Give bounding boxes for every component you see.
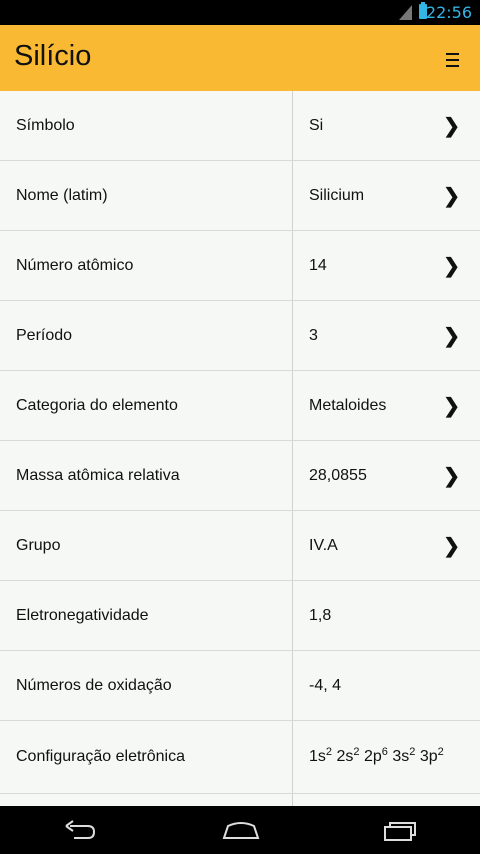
row-label: Grupo bbox=[16, 536, 61, 554]
row-value: 3 bbox=[309, 326, 318, 344]
row-label: Categoria do elemento bbox=[16, 396, 178, 414]
navigation-bar bbox=[0, 806, 480, 854]
row-label: Números de oxidação bbox=[16, 676, 172, 694]
column-divider bbox=[292, 581, 293, 650]
row-label: Massa atômica relativa bbox=[16, 466, 180, 484]
table-row: Números de oxidação -4, 4 bbox=[0, 651, 480, 721]
chevron-right-icon[interactable]: ❯ bbox=[443, 183, 460, 208]
chevron-right-icon[interactable]: ❯ bbox=[443, 113, 460, 138]
table-row: Eletronegatividade 1,8 bbox=[0, 581, 480, 651]
row-value: -4, 4 bbox=[309, 676, 342, 694]
table-row[interactable]: Massa atômica relativa 28,0855 ❯ bbox=[0, 441, 480, 511]
column-divider bbox=[292, 301, 293, 370]
table-row-electron-configuration: Configuração eletrônica 1s2 2s2 2p6 3s2 … bbox=[0, 721, 480, 794]
row-label: Configuração eletrônica bbox=[16, 748, 185, 765]
table-row-partial bbox=[0, 794, 480, 806]
table-row[interactable]: Grupo IV.A ❯ bbox=[0, 511, 480, 581]
row-label: Eletronegatividade bbox=[16, 606, 149, 624]
chevron-right-icon[interactable]: ❯ bbox=[443, 533, 460, 558]
table-row[interactable]: Categoria do elemento Metaloides ❯ bbox=[0, 371, 480, 441]
element-properties-table: Símbolo Si ❯ Nome (latim) Silicium ❯ Número at… bbox=[0, 91, 480, 806]
row-value: Silicium bbox=[309, 186, 365, 204]
column-divider bbox=[292, 371, 293, 440]
status-bar: 22:56 bbox=[0, 0, 480, 25]
chevron-right-icon[interactable]: ❯ bbox=[443, 393, 460, 418]
table-row[interactable]: Nome (latim) Silicium ❯ bbox=[0, 161, 480, 231]
row-label: Nome (latim) bbox=[16, 186, 108, 204]
column-divider bbox=[292, 721, 293, 793]
column-divider bbox=[292, 91, 293, 160]
table-row[interactable]: Período 3 ❯ bbox=[0, 301, 480, 371]
chevron-right-icon[interactable]: ❯ bbox=[443, 323, 460, 348]
app-bar: Silício bbox=[0, 25, 480, 91]
signal-icon bbox=[399, 5, 412, 20]
row-value: IV.A bbox=[309, 536, 338, 554]
column-divider bbox=[292, 651, 293, 720]
table-row[interactable]: Símbolo Si ❯ bbox=[0, 91, 480, 161]
status-time: 22:56 bbox=[425, 3, 472, 22]
row-label: Número atômico bbox=[16, 256, 134, 274]
chevron-right-icon[interactable]: ❯ bbox=[443, 463, 460, 488]
recent-apps-icon[interactable] bbox=[384, 819, 418, 841]
overflow-menu-icon[interactable] bbox=[446, 53, 459, 67]
column-divider bbox=[292, 794, 293, 806]
row-label: Símbolo bbox=[16, 116, 75, 134]
column-divider bbox=[292, 231, 293, 300]
home-icon[interactable] bbox=[222, 820, 260, 840]
electron-configuration-value: 1s2 2s2 2p6 3s2 3p2 bbox=[309, 746, 444, 765]
row-label: Período bbox=[16, 326, 73, 344]
row-value: 1,8 bbox=[309, 606, 332, 624]
row-value: 28,0855 bbox=[309, 466, 367, 484]
chevron-right-icon[interactable]: ❯ bbox=[443, 253, 460, 278]
column-divider bbox=[292, 441, 293, 510]
row-value: Si bbox=[309, 116, 324, 134]
column-divider bbox=[292, 511, 293, 580]
column-divider bbox=[292, 161, 293, 230]
row-value: 14 bbox=[309, 256, 327, 274]
row-value: Metaloides bbox=[309, 396, 387, 414]
page-title: Silício bbox=[14, 40, 92, 72]
table-row[interactable]: Número atômico 14 ❯ bbox=[0, 231, 480, 301]
back-icon[interactable] bbox=[64, 820, 96, 840]
